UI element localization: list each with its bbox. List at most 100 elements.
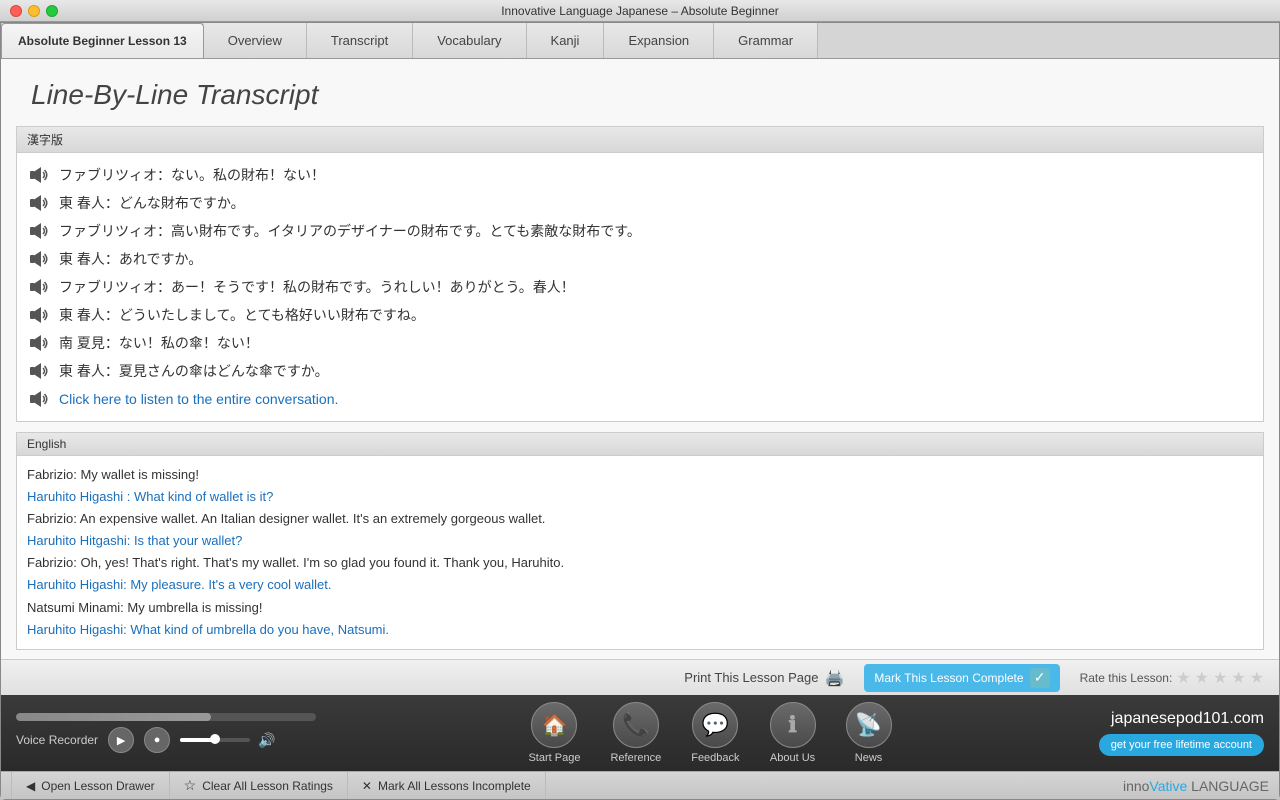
tab-vocabulary[interactable]: Vocabulary [413,23,526,58]
traffic-lights [10,5,58,17]
transcript-line: 東 春人：どういたしまして。とても格好いい財布ですね。 [27,301,1253,329]
volume-track [180,738,250,742]
audio-icon-5[interactable] [27,276,49,298]
open-drawer-button[interactable]: ◀ Open Lesson Drawer [11,772,170,799]
tab-grammar[interactable]: Grammar [714,23,818,58]
news-icon: 📡 [846,702,892,748]
lesson-bar: Print This Lesson Page 🖨️ Mark This Less… [1,659,1279,695]
maximize-button[interactable] [46,5,58,17]
english-content: Fabrizio: My wallet is missing! Haruhito… [17,456,1263,649]
audio-icon-9[interactable] [27,388,49,410]
tab-overview[interactable]: Overview [204,23,307,58]
audio-icon-3[interactable] [27,220,49,242]
check-icon: ✓ [1030,668,1050,688]
nav-about-us[interactable]: ℹ About Us [770,702,816,764]
star-5[interactable]: ★ [1250,668,1264,688]
tab-transcript[interactable]: Transcript [307,23,413,58]
minimize-button[interactable] [28,5,40,17]
volume-icon: 🔊 [258,732,275,749]
mark-incomplete-label: Mark All Lessons Incomplete [378,779,531,793]
news-label: News [855,752,883,764]
kanji-header: 漢字版 [17,127,1263,153]
english-line-5: Fabrizio: Oh, yes! That's right. That's … [27,552,1253,574]
window-title: Innovative Language Japanese – Absolute … [501,4,779,18]
nav-icons: 🏠 Start Page 📞 Reference 💬 Feedback ℹ Ab… [356,702,1064,764]
brand-area: japanesepod101.com get your free lifetim… [1064,710,1264,756]
transcript-line: ファブリツィオ：あー！そうです！私の財布です。うれしい！ありがとう。春人！ [27,273,1253,301]
vative-text: Vative [1149,778,1187,794]
open-drawer-label: Open Lesson Drawer [41,779,154,793]
star-1[interactable]: ★ [1176,668,1190,688]
brand-name: japanesepod101.com [1111,710,1264,728]
mark-incomplete-button[interactable]: ✕ Mark All Lessons Incomplete [348,772,546,799]
kanji-line-2: 東 春人：どんな財布ですか。 [59,193,245,214]
content-area: Line-By-Line Transcript 漢字版 [1,59,1279,695]
stop-button[interactable]: ● [144,727,170,753]
active-tab[interactable]: Absolute Beginner Lesson 13 [1,23,204,58]
nav-reference[interactable]: 📞 Reference [610,702,661,764]
play-button[interactable]: ▶ [108,727,134,753]
tab-kanji[interactable]: Kanji [527,23,605,58]
nav-start-page[interactable]: 🏠 Start Page [528,702,580,764]
scrollable-content[interactable]: 漢字版 ファブリツィオ：ない。私の財布！ない [1,126,1279,659]
transcript-line: Click here to listen to the entire conve… [27,385,1253,413]
english-line-3: Fabrizio: An expensive wallet. An Italia… [27,508,1253,530]
voice-recorder-label: Voice Recorder [16,733,98,747]
feedback-label: Feedback [691,752,739,764]
play-icon: ▶ [117,734,125,747]
nav-feedback[interactable]: 💬 Feedback [691,702,739,764]
x-icon: ✕ [362,779,372,793]
star-4[interactable]: ★ [1231,668,1245,688]
audio-icon-6[interactable] [27,304,49,326]
clear-ratings-button[interactable]: ☆ Clear All Lesson Ratings [170,772,348,799]
print-label: Print This Lesson Page [684,670,818,685]
english-line-1: Fabrizio: My wallet is missing! [27,464,1253,486]
page-title: Line-By-Line Transcript [1,59,1279,126]
kanji-line-1: ファブリツィオ：ない。私の財布！ない！ [59,165,325,186]
english-line-7: Natsumi Minami: My umbrella is missing! [27,597,1253,619]
volume-thumb [210,734,220,744]
audio-icon-2[interactable] [27,192,49,214]
english-line-2: Haruhito Higashi : What kind of wallet i… [27,486,1253,508]
audio-icon-7[interactable] [27,332,49,354]
about-icon: ℹ [770,702,816,748]
transcript-line: 東 春人：あれですか。 [27,245,1253,273]
listen-link[interactable]: Click here to listen to the entire conve… [59,389,338,410]
audio-icon-4[interactable] [27,248,49,270]
status-bar: ◀ Open Lesson Drawer ☆ Clear All Lesson … [1,771,1279,799]
tab-bar: Absolute Beginner Lesson 13 Overview Tra… [1,23,1279,59]
mark-complete-button[interactable]: Mark This Lesson Complete ✓ [864,664,1059,692]
audio-icon-8[interactable] [27,360,49,382]
main-window: Absolute Beginner Lesson 13 Overview Tra… [0,22,1280,800]
kanji-line-5: ファブリツィオ：あー！そうです！私の財布です。うれしい！ありがとう。春人！ [59,277,575,298]
close-button[interactable] [10,5,22,17]
nav-news[interactable]: 📡 News [846,702,892,764]
transcript-line: 東 春人：夏見さんの傘はどんな傘ですか。 [27,357,1253,385]
star-clear-icon: ☆ [184,777,197,794]
star-3[interactable]: ★ [1213,668,1227,688]
kanji-line-8: 東 春人：夏見さんの傘はどんな傘ですか。 [59,361,329,382]
transcript-line: 南 夏見：ない！私の傘！ない！ [27,329,1253,357]
rate-section: Rate this Lesson: ★ ★ ★ ★ ★ [1080,668,1264,688]
printer-icon: 🖨️ [824,668,844,688]
transcript-line: ファブリツィオ：ない。私の財布！ない！ [27,161,1253,189]
kanji-line-6: 東 春人：どういたしまして。とても格好いい財布ですね。 [59,305,425,326]
english-header: English [17,433,1263,456]
star-2[interactable]: ★ [1195,668,1209,688]
reference-icon: 📞 [613,702,659,748]
tab-expansion[interactable]: Expansion [604,23,714,58]
clear-ratings-label: Clear All Lesson Ratings [202,779,333,793]
progress-bar[interactable] [16,713,316,721]
english-section: English Fabrizio: My wallet is missing! … [16,432,1264,650]
brand-cta-button[interactable]: get your free lifetime account [1099,734,1264,756]
audio-icon-1[interactable] [27,164,49,186]
english-line-6: Haruhito Higashi: My pleasure. It's a ve… [27,574,1253,596]
progress-fill [16,713,211,721]
kanji-section: 漢字版 ファブリツィオ：ない。私の財布！ない [16,126,1264,422]
print-button[interactable]: Print This Lesson Page 🖨️ [684,668,844,688]
volume-slider[interactable]: 🔊 [180,732,275,749]
player-controls: Voice Recorder ▶ ● 🔊 [16,727,356,753]
transcript-line: 東 春人：どんな財布ですか。 [27,189,1253,217]
kanji-line-4: 東 春人：あれですか。 [59,249,202,270]
innovative-language-logo: innoVative LANGUAGE [1123,778,1269,794]
